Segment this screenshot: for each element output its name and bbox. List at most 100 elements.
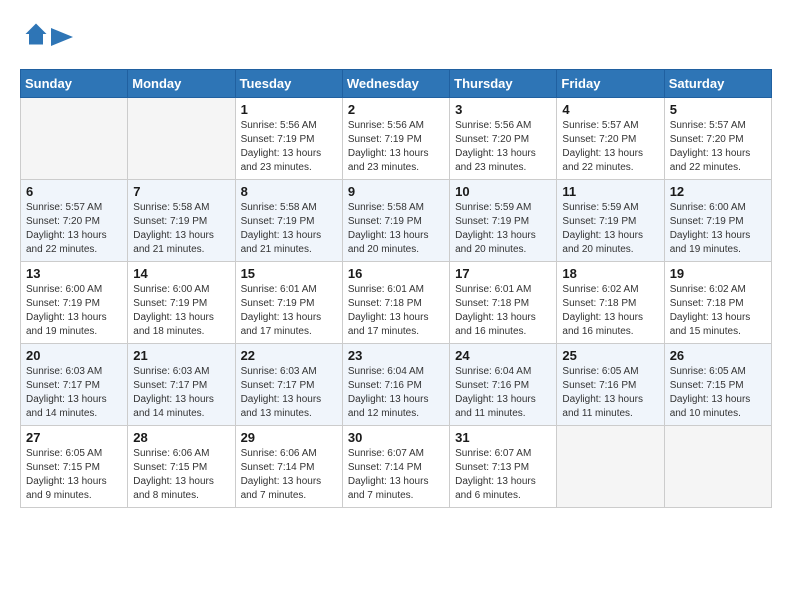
calendar-cell: [557, 426, 664, 508]
calendar-header-thursday: Thursday: [450, 70, 557, 98]
day-number: 28: [133, 430, 229, 445]
cell-content: Sunrise: 6:01 AM Sunset: 7:19 PM Dayligh…: [241, 283, 337, 339]
day-number: 15: [241, 266, 337, 281]
calendar-cell: 7 Sunrise: 5:58 AM Sunset: 7:19 PM Daylig…: [128, 180, 235, 262]
calendar-header-saturday: Saturday: [664, 70, 771, 98]
calendar-cell: 11Sunrise: 5:59 AM Sunset: 7:19 PM Dayli…: [557, 180, 664, 262]
cell-content: Sunrise: 5:57 AM Sunset: 7:20 PM Dayligh…: [26, 201, 122, 257]
cell-content: Sunrise: 5:58 AM Sunset: 7:19 PM Dayligh…: [348, 201, 444, 257]
day-number: 21: [133, 348, 229, 363]
day-number: 2: [348, 102, 444, 117]
cell-content: Sunrise: 5:56 AM Sunset: 7:19 PM Dayligh…: [348, 119, 444, 175]
calendar-header-sunday: Sunday: [21, 70, 128, 98]
logo-flag-icon: [51, 28, 73, 46]
day-number: 10: [455, 184, 551, 199]
day-number: 5: [670, 102, 766, 117]
calendar-week-row: 27 Sunrise: 6:05 AM Sunset: 7:15 PM Dayli…: [21, 426, 772, 508]
calendar-cell: [664, 426, 771, 508]
cell-content: Sunrise: 6:07 AM Sunset: 7:14 PM Dayligh…: [348, 447, 444, 503]
cell-content: Sunrise: 6:00 AM Sunset: 7:19 PM Dayligh…: [26, 283, 122, 339]
calendar-cell: 24 Sunrise: 6:04 AM Sunset: 7:16 PM Dayli…: [450, 344, 557, 426]
calendar-cell: 17 Sunrise: 6:01 AM Sunset: 7:18 PM Dayli…: [450, 262, 557, 344]
day-number: 3: [455, 102, 551, 117]
logo: [20, 20, 73, 53]
day-number: 17: [455, 266, 551, 281]
day-number: 30: [348, 430, 444, 445]
calendar-cell: 1Sunrise: 5:56 AM Sunset: 7:19 PM Daylig…: [235, 98, 342, 180]
calendar-cell: 3 Sunrise: 5:56 AM Sunset: 7:20 PM Daylig…: [450, 98, 557, 180]
calendar-cell: 13 Sunrise: 6:00 AM Sunset: 7:19 PM Dayli…: [21, 262, 128, 344]
calendar-table: SundayMondayTuesdayWednesdayThursdayFrid…: [20, 69, 772, 508]
cell-content: Sunrise: 6:02 AM Sunset: 7:18 PM Dayligh…: [670, 283, 766, 339]
cell-content: Sunrise: 5:57 AM Sunset: 7:20 PM Dayligh…: [670, 119, 766, 175]
calendar-header-tuesday: Tuesday: [235, 70, 342, 98]
calendar-week-row: 1 Sunrise: 5:56 AM Sunset: 7:19 PM Daylig…: [21, 98, 772, 180]
calendar-header-monday: Monday: [128, 70, 235, 98]
day-number: 4: [562, 102, 658, 117]
day-number: 9: [348, 184, 444, 199]
calendar-cell: 25Sunrise: 6:05 AM Sunset: 7:16 PM Dayli…: [557, 344, 664, 426]
cell-content: Sunrise: 6:01 AM Sunset: 7:18 PM Dayligh…: [348, 283, 444, 339]
cell-content: Sunrise: 5:56 AM Sunset: 7:20 PM Dayligh…: [455, 119, 551, 175]
cell-content: Sunrise: 6:01 AM Sunset: 7:18 PM Dayligh…: [455, 283, 551, 339]
calendar-cell: 19 Sunrise: 6:02 AM Sunset: 7:18 PM Dayli…: [664, 262, 771, 344]
day-number: 14: [133, 266, 229, 281]
calendar-cell: 28Sunrise: 6:06 AM Sunset: 7:15 PM Dayli…: [128, 426, 235, 508]
day-number: 24: [455, 348, 551, 363]
cell-content: Sunrise: 6:06 AM Sunset: 7:14 PM Dayligh…: [241, 447, 337, 503]
day-number: 6: [26, 184, 122, 199]
cell-content: Sunrise: 6:05 AM Sunset: 7:16 PM Dayligh…: [562, 365, 658, 421]
cell-content: Sunrise: 6:02 AM Sunset: 7:18 PM Dayligh…: [562, 283, 658, 339]
cell-content: Sunrise: 6:00 AM Sunset: 7:19 PM Dayligh…: [670, 201, 766, 257]
calendar-cell: 16 Sunrise: 6:01 AM Sunset: 7:18 PM Dayli…: [342, 262, 449, 344]
calendar-week-row: 6 Sunrise: 5:57 AM Sunset: 7:20 PM Daylig…: [21, 180, 772, 262]
day-number: 7: [133, 184, 229, 199]
calendar-cell: 10 Sunrise: 5:59 AM Sunset: 7:19 PM Dayli…: [450, 180, 557, 262]
day-number: 8: [241, 184, 337, 199]
calendar-cell: 6 Sunrise: 5:57 AM Sunset: 7:20 PM Daylig…: [21, 180, 128, 262]
cell-content: Sunrise: 5:59 AM Sunset: 7:19 PM Dayligh…: [562, 201, 658, 257]
calendar-week-row: 20 Sunrise: 6:03 AM Sunset: 7:17 PM Dayli…: [21, 344, 772, 426]
calendar-cell: 30 Sunrise: 6:07 AM Sunset: 7:14 PM Dayli…: [342, 426, 449, 508]
day-number: 23: [348, 348, 444, 363]
logo-icon: [22, 20, 50, 48]
calendar-cell: 31 Sunrise: 6:07 AM Sunset: 7:13 PM Dayli…: [450, 426, 557, 508]
calendar-header-wednesday: Wednesday: [342, 70, 449, 98]
day-number: 27: [26, 430, 122, 445]
cell-content: Sunrise: 6:03 AM Sunset: 7:17 PM Dayligh…: [133, 365, 229, 421]
cell-content: Sunrise: 5:59 AM Sunset: 7:19 PM Dayligh…: [455, 201, 551, 257]
calendar-header-friday: Friday: [557, 70, 664, 98]
cell-content: Sunrise: 6:00 AM Sunset: 7:19 PM Dayligh…: [133, 283, 229, 339]
calendar-cell: 12Sunrise: 6:00 AM Sunset: 7:19 PM Dayli…: [664, 180, 771, 262]
day-number: 22: [241, 348, 337, 363]
calendar-cell: 29Sunrise: 6:06 AM Sunset: 7:14 PM Dayli…: [235, 426, 342, 508]
day-number: 26: [670, 348, 766, 363]
cell-content: Sunrise: 6:05 AM Sunset: 7:15 PM Dayligh…: [26, 447, 122, 503]
cell-content: Sunrise: 6:03 AM Sunset: 7:17 PM Dayligh…: [26, 365, 122, 421]
calendar-cell: 8Sunrise: 5:58 AM Sunset: 7:19 PM Daylig…: [235, 180, 342, 262]
page-header: [20, 20, 772, 53]
cell-content: Sunrise: 6:03 AM Sunset: 7:17 PM Dayligh…: [241, 365, 337, 421]
calendar-week-row: 13 Sunrise: 6:00 AM Sunset: 7:19 PM Dayli…: [21, 262, 772, 344]
calendar-cell: 15 Sunrise: 6:01 AM Sunset: 7:19 PM Dayli…: [235, 262, 342, 344]
cell-content: Sunrise: 6:04 AM Sunset: 7:16 PM Dayligh…: [455, 365, 551, 421]
calendar-cell: 2 Sunrise: 5:56 AM Sunset: 7:19 PM Daylig…: [342, 98, 449, 180]
cell-content: Sunrise: 5:58 AM Sunset: 7:19 PM Dayligh…: [133, 201, 229, 257]
calendar-cell: [21, 98, 128, 180]
calendar-cell: 23Sunrise: 6:04 AM Sunset: 7:16 PM Dayli…: [342, 344, 449, 426]
calendar-cell: 14 Sunrise: 6:00 AM Sunset: 7:19 PM Dayli…: [128, 262, 235, 344]
cell-content: Sunrise: 6:07 AM Sunset: 7:13 PM Dayligh…: [455, 447, 551, 503]
calendar-cell: 4 Sunrise: 5:57 AM Sunset: 7:20 PM Daylig…: [557, 98, 664, 180]
calendar-cell: 20 Sunrise: 6:03 AM Sunset: 7:17 PM Dayli…: [21, 344, 128, 426]
day-number: 16: [348, 266, 444, 281]
calendar-cell: 5 Sunrise: 5:57 AM Sunset: 7:20 PM Daylig…: [664, 98, 771, 180]
day-number: 1: [241, 102, 337, 117]
cell-content: Sunrise: 6:05 AM Sunset: 7:15 PM Dayligh…: [670, 365, 766, 421]
day-number: 19: [670, 266, 766, 281]
day-number: 31: [455, 430, 551, 445]
calendar-cell: [128, 98, 235, 180]
day-number: 13: [26, 266, 122, 281]
day-number: 20: [26, 348, 122, 363]
cell-content: Sunrise: 5:57 AM Sunset: 7:20 PM Dayligh…: [562, 119, 658, 175]
calendar-cell: 18Sunrise: 6:02 AM Sunset: 7:18 PM Dayli…: [557, 262, 664, 344]
